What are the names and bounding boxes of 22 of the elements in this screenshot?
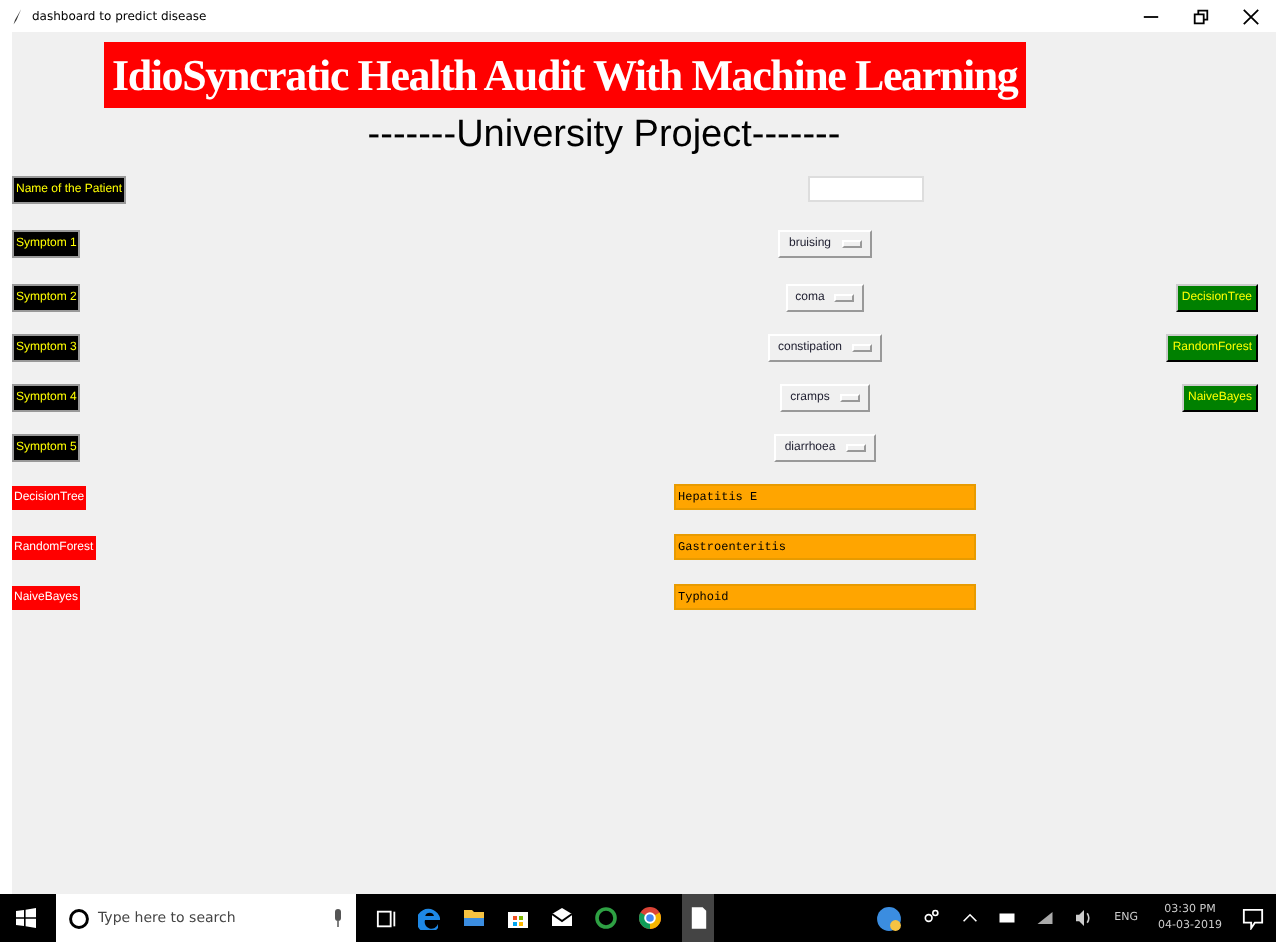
- microphone-icon: [332, 908, 344, 928]
- document-taskbar-button[interactable]: [682, 894, 714, 942]
- edge-icon[interactable]: [418, 906, 442, 930]
- name-field[interactable]: [807, 176, 923, 202]
- app-heading: IdioSyncratic Health Audit With Machine Learning: [104, 42, 1026, 108]
- task-view-icon[interactable]: [376, 907, 398, 929]
- subheading: -------University Project-------: [367, 112, 841, 160]
- restore-icon[interactable]: [1192, 7, 1210, 25]
- notification-icon[interactable]: [1242, 907, 1264, 929]
- cortana-icon: [68, 907, 90, 929]
- close-icon[interactable]: [1242, 7, 1260, 25]
- folder-icon[interactable]: [462, 906, 486, 930]
- windows-icon[interactable]: [16, 908, 36, 928]
- battery-icon[interactable]: [998, 910, 1017, 926]
- ring-icon[interactable]: [594, 906, 618, 930]
- document-icon: [689, 906, 707, 930]
- mail-icon[interactable]: [550, 906, 574, 930]
- store-icon[interactable]: [506, 906, 530, 930]
- speaker-icon[interactable]: [1074, 910, 1095, 926]
- chevron-up-icon[interactable]: [962, 910, 979, 926]
- chrome-icon[interactable]: [638, 906, 662, 930]
- wifi-icon[interactable]: [1036, 910, 1055, 926]
